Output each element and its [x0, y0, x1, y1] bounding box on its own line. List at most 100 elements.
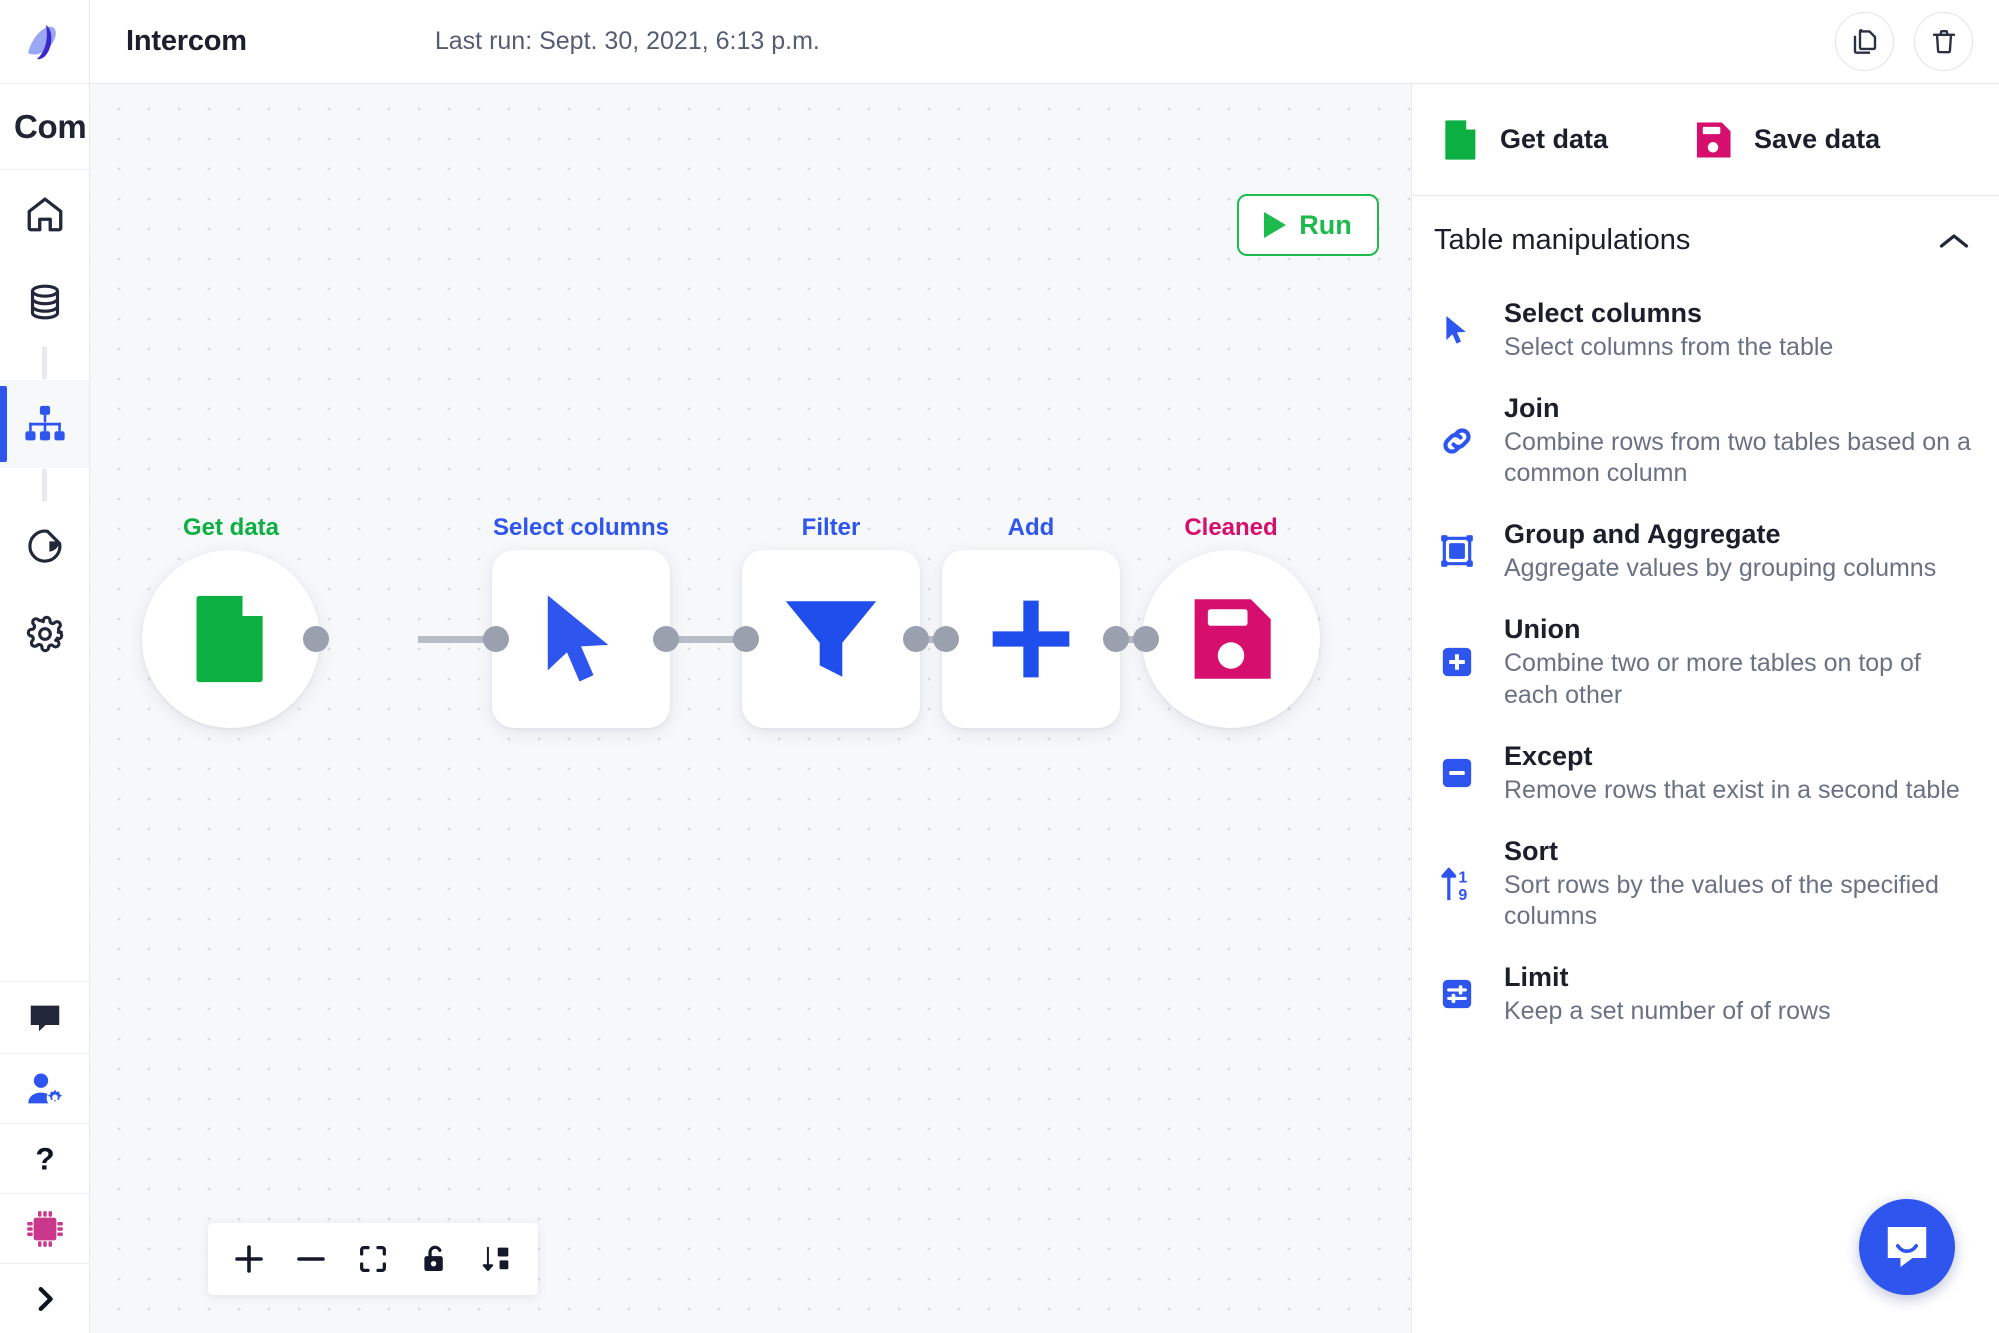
- node-output-port[interactable]: [653, 626, 679, 652]
- operation-title: Except: [1504, 740, 1593, 771]
- node-input-port[interactable]: [483, 626, 509, 652]
- question-mark-icon: ?: [35, 1141, 54, 1177]
- sidebar-item-expand[interactable]: [0, 1263, 89, 1333]
- sidebar-nav: [0, 170, 89, 678]
- save-disk-icon: [1696, 121, 1731, 158]
- save-data-button[interactable]: Save data: [1684, 115, 1890, 165]
- get-data-button[interactable]: Get data: [1434, 113, 1618, 167]
- edge-1: [418, 635, 490, 643]
- flow-node-add[interactable]: Add: [933, 514, 1129, 728]
- table-manipulations-title: Table manipulations: [1434, 224, 1691, 256]
- operation-desc: Keep a set number of of rows: [1504, 997, 1831, 1026]
- operation-join[interactable]: Join Combine rows from two tables based …: [1434, 381, 1981, 500]
- operation-group-and-aggregate[interactable]: Group and Aggregate Aggregate values by …: [1434, 500, 1981, 602]
- operation-select-columns[interactable]: Select columns Select columns from the t…: [1434, 279, 1981, 381]
- auto-layout-button[interactable]: [466, 1231, 528, 1287]
- top-bar-actions: [1835, 12, 1973, 71]
- sidebar-item-messages[interactable]: [0, 981, 89, 1053]
- sidebar-item-home[interactable]: [0, 170, 89, 258]
- operation-desc: Combine two or more tables on top of eac…: [1504, 649, 1921, 709]
- app-root: Com ? Intercom Last run: Sept. 30, 2021,…: [0, 0, 1999, 1333]
- node-output-port[interactable]: [303, 626, 329, 652]
- plus-icon: [235, 1245, 263, 1273]
- sidebar-item-settings[interactable]: [0, 590, 89, 678]
- svg-text:1: 1: [1458, 868, 1467, 886]
- top-bar: Intercom Last run: Sept. 30, 2021, 6:13 …: [90, 0, 1999, 84]
- user-settings-icon: [27, 1073, 62, 1103]
- sidebar-item-user-settings[interactable]: [0, 1053, 89, 1123]
- sidebar-item-integrations[interactable]: [0, 1193, 89, 1263]
- database-icon: [30, 284, 59, 320]
- home-icon: [27, 197, 62, 232]
- flow-node-shape[interactable]: [142, 550, 320, 728]
- operation-union[interactable]: Union Combine two or more tables on top …: [1434, 602, 1981, 721]
- app-logo-icon: [27, 24, 56, 59]
- sidebar-connector: [42, 468, 47, 502]
- flow-node-shape[interactable]: [742, 550, 920, 728]
- node-input-port[interactable]: [933, 626, 959, 652]
- flow-node-shape[interactable]: [942, 550, 1120, 728]
- delete-button[interactable]: [1914, 12, 1973, 71]
- pipeline-flow: Get data Select columns Filter Add Clean…: [90, 84, 1411, 1333]
- operations-list: Select columns Select columns from the t…: [1412, 279, 1999, 1045]
- sort-layout-icon: [482, 1246, 509, 1272]
- chat-bubble-icon: [30, 1005, 59, 1031]
- minus-icon: [297, 1257, 325, 1261]
- flow-node-get-data[interactable]: Get data: [142, 514, 329, 728]
- copy-icon: [1853, 28, 1876, 54]
- link-icon: [1434, 418, 1480, 464]
- app-logo[interactable]: [0, 0, 89, 84]
- fit-view-button[interactable]: [342, 1231, 404, 1287]
- sidebar-item-help[interactable]: ?: [0, 1123, 89, 1193]
- last-run-label: Last run: Sept. 30, 2021, 6:13 p.m.: [434, 27, 820, 55]
- operations-panel: Get data Save data Table manipulations S…: [1412, 84, 1999, 1333]
- operation-sort[interactable]: 1 9 Sort Sort rows by the values of the …: [1434, 824, 1981, 943]
- node-output-port[interactable]: [1103, 626, 1129, 652]
- flow-node-label: Get data: [182, 514, 280, 541]
- plus-icon: [992, 600, 1070, 678]
- sidebar-item-data-sources[interactable]: [0, 258, 89, 346]
- operation-except[interactable]: Except Remove rows that exist in a secon…: [1434, 722, 1981, 824]
- sidebar-bottom-nav: ?: [0, 981, 89, 1333]
- flow-node-shape[interactable]: [492, 550, 670, 728]
- workspace: Run Get data Select columns Filter Add C…: [90, 84, 1999, 1333]
- svg-text:9: 9: [1458, 886, 1467, 903]
- zoom-out-button[interactable]: [280, 1231, 342, 1287]
- sidebar-item-dashboards[interactable]: [0, 502, 89, 590]
- flow-node-cleaned[interactable]: Cleaned: [1133, 514, 1320, 728]
- operation-desc: Combine rows from two tables based on a …: [1504, 427, 1971, 488]
- sidebar-item-pipelines[interactable]: [0, 380, 89, 468]
- page-title: Intercom: [126, 25, 247, 57]
- flow-node-shape[interactable]: [1142, 550, 1320, 728]
- operation-limit[interactable]: Limit Keep a set number of of rows: [1434, 943, 1981, 1045]
- node-output-port[interactable]: [903, 626, 929, 652]
- node-input-port[interactable]: [733, 626, 759, 652]
- flow-node-select-columns[interactable]: Select columns: [483, 514, 679, 728]
- operation-title: Select columns: [1504, 297, 1703, 328]
- operation-desc: Aggregate values by grouping columns: [1504, 554, 1937, 583]
- operation-title: Join: [1504, 393, 1560, 423]
- duplicate-button[interactable]: [1835, 12, 1894, 71]
- zoom-in-button[interactable]: [218, 1231, 280, 1287]
- flow-node-label: Cleaned: [1184, 514, 1278, 541]
- intercom-launcher[interactable]: [1859, 1199, 1955, 1295]
- table-manipulations-header[interactable]: Table manipulations: [1412, 196, 1999, 279]
- flow-node-filter[interactable]: Filter: [733, 514, 929, 728]
- operation-text: Sort Sort rows by the values of the spec…: [1504, 835, 1977, 932]
- sliders-icon: [1434, 971, 1480, 1017]
- main-area: Intercom Last run: Sept. 30, 2021, 6:13 …: [90, 0, 1999, 1333]
- svg-text:?: ?: [35, 1141, 54, 1177]
- chip-icon: [26, 1210, 63, 1247]
- pipeline-canvas[interactable]: Run Get data Select columns Filter Add C…: [90, 84, 1412, 1333]
- toggle-lock-button[interactable]: [404, 1231, 466, 1287]
- data-sources-row: Get data Save data: [1412, 84, 1999, 196]
- operation-text: Group and Aggregate Aggregate values by …: [1504, 518, 1936, 584]
- minus-square-icon: [1434, 750, 1480, 796]
- operation-text: Join Combine rows from two tables based …: [1504, 392, 1977, 489]
- operation-title: Union: [1504, 614, 1581, 645]
- cursor-icon: [1434, 307, 1480, 353]
- chevron-up-icon[interactable]: [1939, 232, 1969, 250]
- hierarchy-icon: [24, 405, 65, 441]
- node-input-port[interactable]: [1133, 626, 1159, 652]
